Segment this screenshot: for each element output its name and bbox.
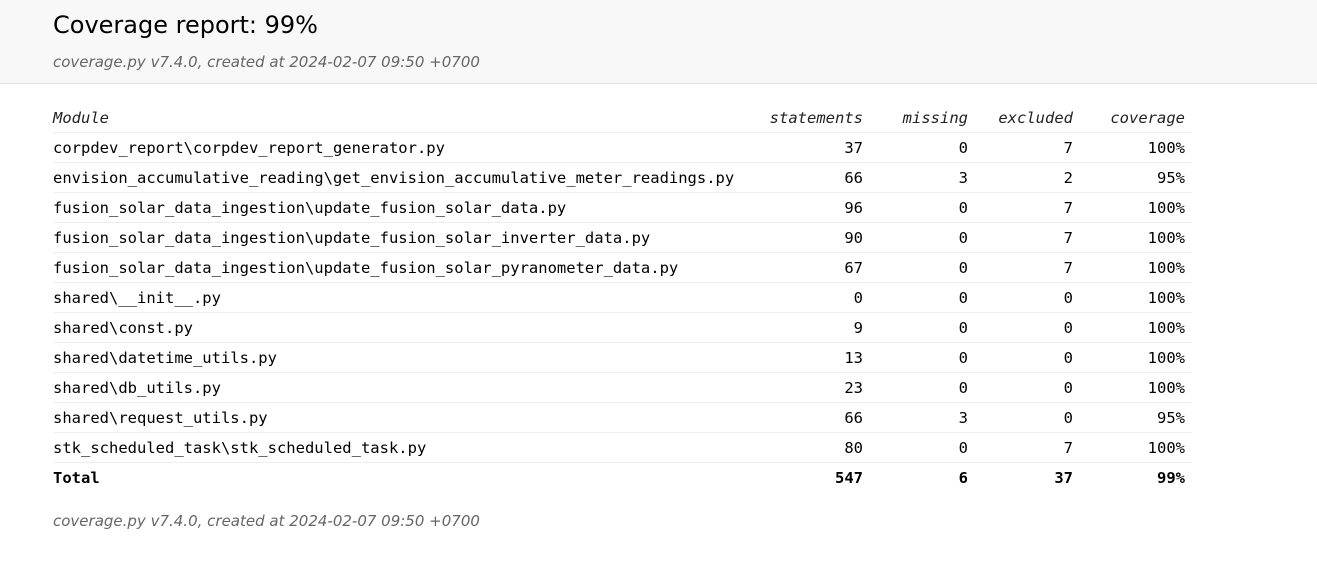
missing-cell: 0 — [870, 132, 975, 163]
module-link[interactable]: shared\request_utils.py — [53, 402, 763, 433]
missing-cell: 0 — [870, 342, 975, 373]
column-header-excluded[interactable]: excluded — [975, 103, 1080, 133]
coverage-cell: 95% — [1080, 162, 1192, 193]
column-header-missing[interactable]: missing — [870, 103, 975, 133]
statements-cell: 23 — [763, 372, 870, 403]
module-link[interactable]: stk_scheduled_task\stk_scheduled_task.py — [53, 432, 763, 463]
coverage-cell: 100% — [1080, 252, 1192, 283]
excluded-cell: 7 — [975, 432, 1080, 463]
coverage-cell: 95% — [1080, 402, 1192, 433]
statements-cell: 66 — [763, 162, 870, 193]
missing-cell: 3 — [870, 162, 975, 193]
report-header: Coverage report: 99% coverage.py v7.4.0,… — [0, 0, 1317, 84]
footer-created-info: coverage.py v7.4.0, created at 2024-02-0… — [53, 512, 480, 530]
total-excluded: 37 — [1054, 468, 1073, 487]
table-row: shared\db_utils.py 23 0 0 100% — [53, 372, 1192, 403]
missing-cell: 0 — [870, 252, 975, 283]
column-header-coverage[interactable]: coverage — [1080, 103, 1192, 133]
report-main: Module statements missing excluded cover… — [0, 84, 1317, 492]
created-info: coverage.py v7.4.0, created at 2024-02-0… — [53, 53, 480, 71]
statements-cell: 80 — [763, 432, 870, 463]
column-header-module[interactable]: Module — [53, 103, 763, 133]
coverage-cell: 100% — [1080, 432, 1192, 463]
table-row: envision_accumulative_reading\get_envisi… — [53, 162, 1192, 193]
coverage-cell: 100% — [1080, 192, 1192, 223]
total-row: Total 547 6 37 99% — [53, 463, 1192, 493]
coverage-table: Module statements missing excluded cover… — [53, 103, 1192, 492]
statements-cell: 66 — [763, 402, 870, 433]
table-row: shared\datetime_utils.py 13 0 0 100% — [53, 342, 1192, 373]
missing-cell: 0 — [870, 432, 975, 463]
excluded-cell: 0 — [975, 312, 1080, 343]
missing-cell: 0 — [870, 282, 975, 313]
table-row: fusion_solar_data_ingestion\update_fusio… — [53, 192, 1192, 223]
missing-cell: 0 — [870, 372, 975, 403]
statements-cell: 96 — [763, 192, 870, 223]
table-row: stk_scheduled_task\stk_scheduled_task.py… — [53, 432, 1192, 463]
statements-cell: 9 — [763, 312, 870, 343]
statements-cell: 0 — [763, 282, 870, 313]
module-link[interactable]: fusion_solar_data_ingestion\update_fusio… — [53, 192, 763, 223]
excluded-cell: 0 — [975, 402, 1080, 433]
table-header-row: Module statements missing excluded cover… — [53, 103, 1192, 133]
column-header-statements[interactable]: statements — [763, 103, 870, 133]
module-link[interactable]: envision_accumulative_reading\get_envisi… — [53, 162, 763, 193]
module-link[interactable]: shared\db_utils.py — [53, 372, 763, 403]
statements-cell: 90 — [763, 222, 870, 253]
missing-cell: 0 — [870, 192, 975, 223]
module-link[interactable]: shared\__init__.py — [53, 282, 763, 313]
missing-cell: 3 — [870, 402, 975, 433]
excluded-cell: 0 — [975, 282, 1080, 313]
statements-cell: 37 — [763, 132, 870, 163]
excluded-cell: 7 — [975, 222, 1080, 253]
total-missing: 6 — [958, 468, 968, 487]
missing-cell: 0 — [870, 222, 975, 253]
excluded-cell: 0 — [975, 342, 1080, 373]
total-statements: 547 — [835, 468, 863, 487]
excluded-cell: 2 — [975, 162, 1080, 193]
table-row: fusion_solar_data_ingestion\update_fusio… — [53, 222, 1192, 253]
coverage-cell: 100% — [1080, 342, 1192, 373]
table-row: corpdev_report\corpdev_report_generator.… — [53, 132, 1192, 163]
statements-cell: 67 — [763, 252, 870, 283]
excluded-cell: 0 — [975, 372, 1080, 403]
report-footer: coverage.py v7.4.0, created at 2024-02-0… — [0, 512, 1317, 530]
table-row: shared\const.py 9 0 0 100% — [53, 312, 1192, 343]
module-link[interactable]: shared\const.py — [53, 312, 763, 343]
module-link[interactable]: fusion_solar_data_ingestion\update_fusio… — [53, 222, 763, 253]
module-link[interactable]: corpdev_report\corpdev_report_generator.… — [53, 132, 763, 163]
module-link[interactable]: shared\datetime_utils.py — [53, 342, 763, 373]
total-label: Total — [53, 468, 100, 487]
table-row: shared\request_utils.py 66 3 0 95% — [53, 402, 1192, 433]
table-row: shared\__init__.py 0 0 0 100% — [53, 282, 1192, 313]
statements-cell: 13 — [763, 342, 870, 373]
coverage-cell: 100% — [1080, 132, 1192, 163]
module-link[interactable]: fusion_solar_data_ingestion\update_fusio… — [53, 252, 763, 283]
coverage-cell: 100% — [1080, 372, 1192, 403]
table-row: fusion_solar_data_ingestion\update_fusio… — [53, 252, 1192, 283]
coverage-cell: 100% — [1080, 312, 1192, 343]
excluded-cell: 7 — [975, 192, 1080, 223]
missing-cell: 0 — [870, 312, 975, 343]
excluded-cell: 7 — [975, 132, 1080, 163]
coverage-cell: 100% — [1080, 282, 1192, 313]
excluded-cell: 7 — [975, 252, 1080, 283]
page-title: Coverage report: 99% — [53, 11, 318, 39]
total-coverage: 99% — [1157, 468, 1185, 487]
coverage-cell: 100% — [1080, 222, 1192, 253]
